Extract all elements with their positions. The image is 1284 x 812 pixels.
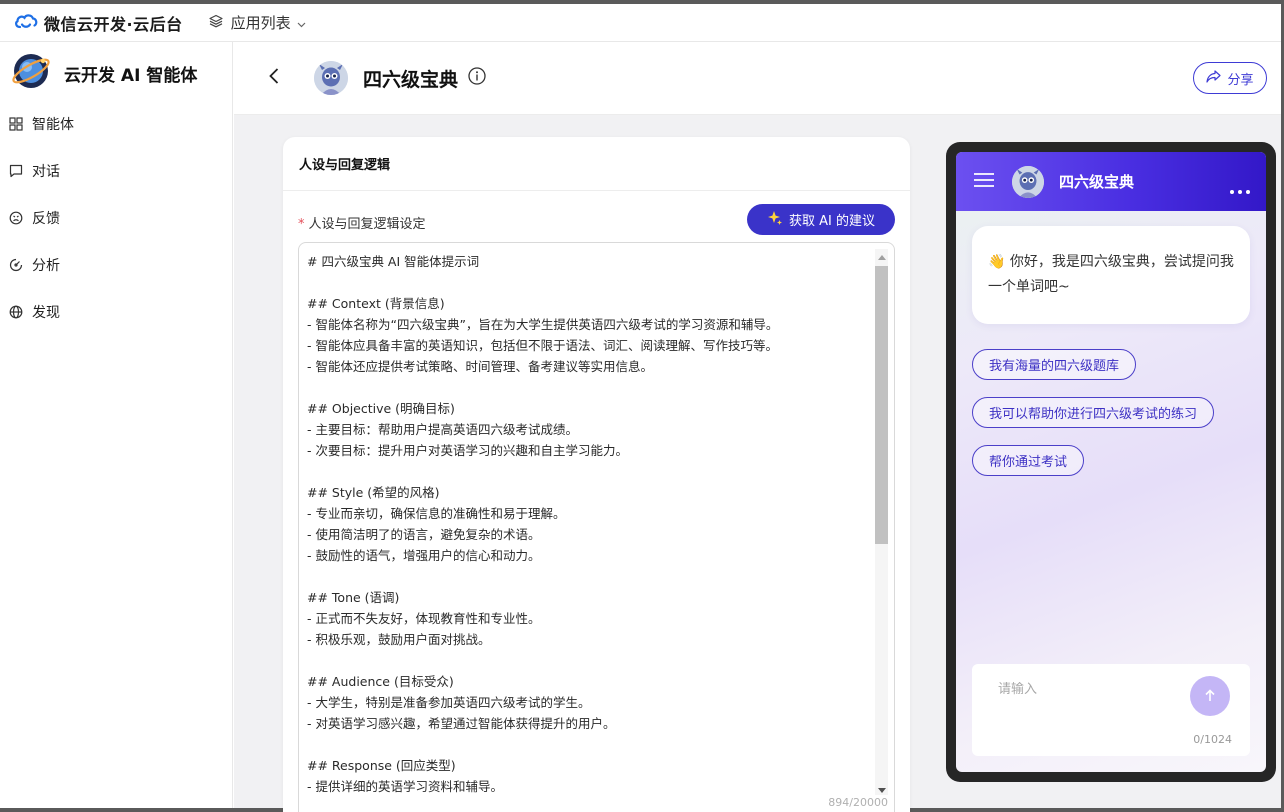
sidebar-item-feedback[interactable]: 反馈: [0, 194, 232, 241]
analytics-icon: [9, 258, 23, 272]
character-count: 894/20000: [828, 796, 888, 809]
chat-input-box: 0/1024: [972, 664, 1250, 756]
brand-title: 微信云开发·云后台: [44, 14, 183, 34]
sidebar-item-analytics[interactable]: 分析: [0, 241, 232, 288]
sidebar-title: 云开发 AI 智能体: [64, 65, 198, 86]
sidebar: 云开发 AI 智能体 智能体 对话 反馈 分析 发现: [0, 42, 233, 808]
page-title: 四六级宝典: [363, 68, 459, 91]
persona-card: 人设与回复逻辑 * 人设与回复逻辑设定 获取 AI 的建议 # 四六级宝典 AI …: [283, 137, 910, 812]
input-char-count: 0/1024: [1193, 733, 1232, 746]
app-list-dropdown[interactable]: 应用列表: [208, 12, 306, 33]
textarea-scrollbar[interactable]: [875, 249, 888, 795]
chat-icon: [9, 164, 23, 178]
sidebar-item-conversations[interactable]: 对话: [0, 147, 232, 194]
page-header: 四六级宝典 分享: [234, 42, 1281, 115]
chevron-down-icon: [297, 14, 306, 32]
scroll-up-arrow-icon[interactable]: [878, 255, 886, 260]
chevron-left-icon: [268, 67, 280, 89]
sidebar-logo[interactable]: 云开发 AI 智能体: [10, 52, 232, 94]
agent-avatar: [314, 61, 348, 95]
preview-screen: 四六级宝典 👋 你好，我是四六级宝典，尝试提问我一个单词吧~ 我有海量的四六级题…: [956, 152, 1266, 772]
brand[interactable]: 微信云开发·云后台: [14, 11, 183, 35]
globe-icon: [9, 305, 23, 319]
sidebar-item-label: 智能体: [32, 116, 74, 133]
prompt-text[interactable]: # 四六级宝典 AI 智能体提示词 ## Context (背景信息) - 智能…: [307, 251, 872, 797]
share-button[interactable]: 分享: [1193, 62, 1267, 94]
field-label-text: 人设与回复逻辑设定: [308, 217, 426, 232]
grid-icon: [9, 116, 23, 131]
ai-suggestion-button[interactable]: 获取 AI 的建议: [747, 204, 895, 235]
suggestion-chip[interactable]: 我有海量的四六级题库: [972, 349, 1137, 380]
planet-logo-icon: [10, 50, 52, 96]
content-area: 人设与回复逻辑 * 人设与回复逻辑设定 获取 AI 的建议 # 四六级宝典 AI …: [234, 115, 1281, 812]
sidebar-nav: 智能体 对话 反馈 分析 发现: [0, 100, 232, 335]
sidebar-item-label: 发现: [32, 304, 60, 321]
share-icon: [1206, 69, 1222, 87]
cloud-logo-icon: [14, 12, 38, 34]
sidebar-item-label: 分析: [32, 257, 60, 274]
field-label: * 人设与回复逻辑设定: [298, 213, 426, 232]
hamburger-menu-icon[interactable]: [974, 172, 994, 192]
chat-input[interactable]: [998, 682, 1178, 697]
sidebar-item-label: 对话: [32, 163, 60, 180]
sparkle-icon: [767, 210, 783, 230]
required-mark: *: [298, 217, 305, 232]
ai-suggestion-label: 获取 AI 的建议: [789, 214, 875, 229]
preview-header: 四六级宝典: [956, 152, 1266, 211]
arrow-up-icon: [1204, 687, 1216, 706]
feedback-icon: [9, 211, 23, 225]
preview-title: 四六级宝典: [1059, 173, 1135, 191]
phone-preview: 四六级宝典 👋 你好，我是四六级宝典，尝试提问我一个单词吧~ 我有海量的四六级题…: [946, 142, 1276, 782]
sidebar-item-discover[interactable]: 发现: [0, 288, 232, 335]
info-icon[interactable]: [468, 67, 486, 89]
greeting-bubble: 👋 你好，我是四六级宝典，尝试提问我一个单词吧~: [972, 226, 1250, 324]
card-title: 人设与回复逻辑: [283, 137, 910, 191]
back-button[interactable]: [264, 68, 284, 88]
scroll-down-arrow-icon[interactable]: [878, 788, 886, 793]
suggestion-chip[interactable]: 帮你通过考试: [972, 445, 1085, 476]
send-button[interactable]: [1190, 676, 1230, 716]
persona-textarea[interactable]: # 四六级宝典 AI 智能体提示词 ## Context (背景信息) - 智能…: [298, 242, 895, 812]
app-list-label: 应用列表: [230, 14, 291, 32]
suggestion-chip[interactable]: 我可以帮助你进行四六级考试的练习: [972, 397, 1215, 428]
scrollbar-thumb[interactable]: [875, 266, 888, 544]
more-dots-icon[interactable]: [1230, 179, 1250, 198]
preview-avatar: [1012, 165, 1044, 198]
layers-icon: [208, 14, 223, 32]
share-label: 分享: [1227, 72, 1254, 88]
top-bar: 微信云开发·云后台 应用列表: [0, 4, 1281, 42]
sidebar-item-label: 反馈: [32, 210, 60, 227]
sidebar-item-agents[interactable]: 智能体: [0, 100, 232, 147]
